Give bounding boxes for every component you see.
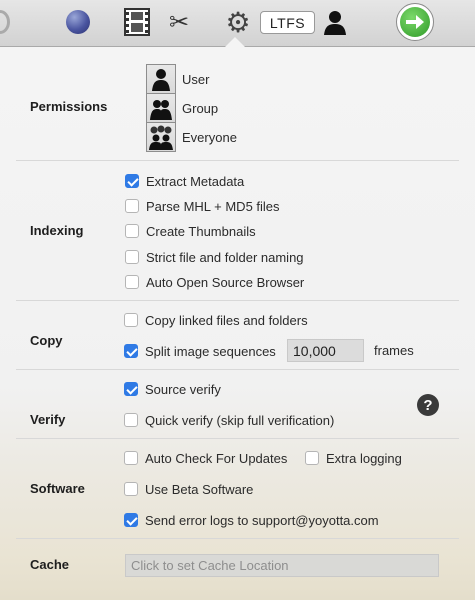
everyone-icon — [146, 122, 176, 152]
strict-naming-checkbox[interactable] — [125, 250, 139, 264]
gear-icon[interactable]: ⚙ — [224, 7, 252, 38]
globe-icon[interactable] — [66, 10, 90, 34]
section-divider — [16, 369, 459, 370]
copy-label: Copy — [30, 333, 63, 348]
permission-user-row[interactable]: User — [146, 63, 209, 95]
extract-metadata-label: Extract Metadata — [146, 173, 245, 189]
auto-check-updates-checkbox[interactable] — [124, 451, 138, 465]
strict-naming-label: Strict file and folder naming — [146, 249, 304, 265]
source-verify-checkbox[interactable] — [124, 382, 138, 396]
frames-unit-label: frames — [374, 343, 414, 358]
extra-logging-option[interactable]: Extra logging — [305, 449, 402, 467]
film-icon[interactable] — [124, 8, 150, 36]
permission-group-row[interactable]: Group — [146, 92, 218, 124]
scissors-icon[interactable]: ✂ — [164, 8, 194, 36]
software-label: Software — [30, 481, 85, 496]
create-thumbnails-label: Create Thumbnails — [146, 223, 256, 239]
group-icon — [146, 93, 176, 123]
extra-logging-checkbox[interactable] — [305, 451, 319, 465]
parse-mhl-checkbox[interactable] — [125, 199, 139, 213]
cache-label: Cache — [30, 557, 70, 572]
go-button[interactable] — [396, 3, 434, 41]
auto-open-browser-option[interactable]: Auto Open Source Browser — [125, 273, 304, 291]
user-icon[interactable] — [322, 8, 348, 36]
source-verify-label: Source verify — [145, 381, 221, 397]
copy-linked-checkbox[interactable] — [124, 313, 138, 327]
verify-label: Verify — [30, 412, 66, 427]
extra-logging-label: Extra logging — [326, 450, 402, 466]
help-button[interactable]: ? — [417, 394, 439, 416]
quick-verify-option[interactable]: Quick verify (skip full verification) — [124, 411, 334, 429]
frames-count-input[interactable]: 10,000 — [287, 339, 364, 362]
section-divider — [16, 538, 459, 539]
go-arrow-icon — [400, 7, 430, 37]
extract-metadata-checkbox[interactable] — [125, 174, 139, 188]
send-error-logs-label: Send error logs to support@yoyotta.com — [145, 512, 379, 528]
send-error-logs-checkbox[interactable] — [124, 513, 138, 527]
permission-everyone-label: Everyone — [182, 129, 237, 145]
loading-spinner-icon — [0, 10, 10, 34]
indexing-label: Indexing — [30, 223, 84, 238]
strict-naming-option[interactable]: Strict file and folder naming — [125, 248, 304, 266]
extract-metadata-option[interactable]: Extract Metadata — [125, 172, 244, 190]
split-sequences-label: Split image sequences — [145, 343, 276, 359]
parse-mhl-option[interactable]: Parse MHL + MD5 files — [125, 197, 280, 215]
create-thumbnails-checkbox[interactable] — [125, 224, 139, 238]
auto-open-browser-checkbox[interactable] — [125, 275, 139, 289]
auto-check-updates-label: Auto Check For Updates — [145, 450, 288, 466]
quick-verify-checkbox[interactable] — [124, 413, 138, 427]
permission-group-label: Group — [182, 100, 219, 116]
source-verify-option[interactable]: Source verify — [124, 380, 221, 398]
section-divider — [16, 160, 459, 161]
quick-verify-label: Quick verify (skip full verification) — [145, 412, 335, 428]
cache-location-input[interactable]: Click to set Cache Location — [125, 554, 439, 577]
send-error-logs-option[interactable]: Send error logs to support@yoyotta.com — [124, 511, 379, 529]
ltfs-button[interactable]: LTFS — [260, 11, 315, 34]
copy-linked-option[interactable]: Copy linked files and folders — [124, 311, 308, 329]
section-divider — [16, 300, 459, 301]
beta-software-label: Use Beta Software — [145, 481, 254, 497]
beta-software-option[interactable]: Use Beta Software — [124, 480, 253, 498]
permissions-label: Permissions — [30, 99, 108, 114]
permission-everyone-row[interactable]: Everyone — [146, 121, 237, 153]
permission-user-label: User — [182, 71, 210, 87]
popover-notch — [225, 37, 245, 47]
split-sequences-checkbox[interactable] — [124, 344, 138, 358]
user-icon — [146, 64, 176, 94]
parse-mhl-label: Parse MHL + MD5 files — [146, 198, 280, 214]
auto-open-browser-label: Auto Open Source Browser — [146, 274, 305, 290]
split-sequences-option[interactable]: Split image sequences — [124, 342, 276, 360]
auto-check-updates-option[interactable]: Auto Check For Updates — [124, 449, 287, 467]
beta-software-checkbox[interactable] — [124, 482, 138, 496]
copy-linked-label: Copy linked files and folders — [145, 312, 308, 328]
create-thumbnails-option[interactable]: Create Thumbnails — [125, 222, 256, 240]
section-divider — [16, 438, 459, 439]
